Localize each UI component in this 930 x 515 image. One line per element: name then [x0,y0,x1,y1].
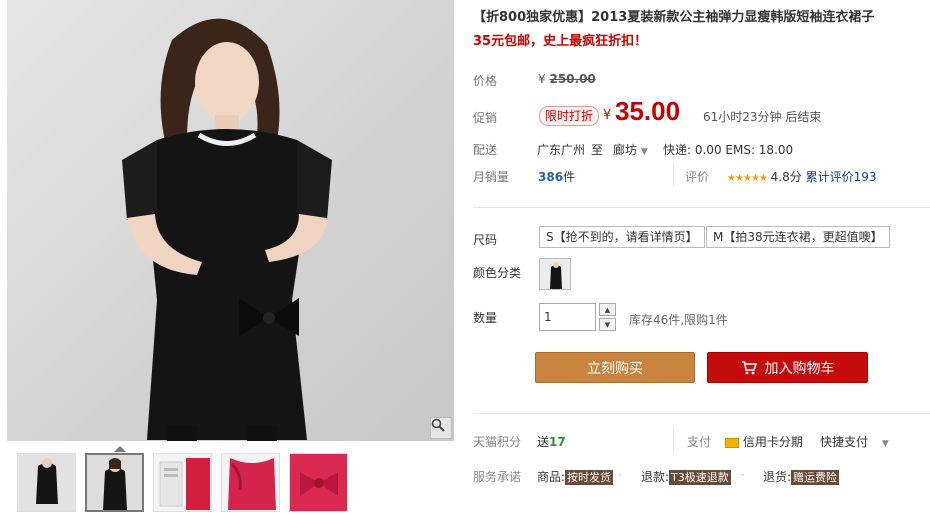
service-item-return: 退货: 赠运费险 [763,468,840,485]
credit-card-icon [725,437,739,448]
service-item-goods: 商品: 按时发货 [537,468,614,485]
service-item-name: 退款: [641,470,670,484]
product-model-illustration [122,18,332,441]
service-item-refund: 退款: T3极速退款 [641,468,731,485]
tmall-points: 送17 [537,433,566,450]
stat-divider [673,429,674,451]
chevron-down-icon: ▼ [604,320,611,329]
monthly-sales: 386件 [538,168,575,185]
add-to-cart-button[interactable]: 加入购物车 [707,352,868,383]
shipping-fees: 快递: 0.00 EMS: 18.00 [663,143,794,157]
add-to-cart-label: 加入购物车 [764,360,835,377]
tmall-points-label: 天猫积分 [473,435,522,449]
magnifier-icon [431,418,445,432]
monthly-sales-unit: 件 [563,170,576,184]
section-divider [473,413,930,414]
promo-badge: 限时打折 [539,106,600,126]
cart-icon [741,360,757,374]
size-option-s[interactable]: S【抢不到的，请看详情页】 [539,226,705,248]
credit-installment-label: 信用卡分期 [742,435,803,449]
quantity-decrease-button[interactable]: ▼ [599,318,616,331]
quantity-input[interactable] [539,303,596,331]
service-tag: T3极速退款 [669,470,731,485]
chevron-up-icon: ▲ [604,305,611,314]
rating-score: 4.8分 [770,170,802,184]
promo-countdown: 61小时23分钟 后结束 [703,110,822,124]
destination-value: 廊坊 [613,143,638,157]
service-item-name: 商品: [537,470,566,484]
service-promise-label: 服务承诺 [473,470,522,484]
thumbnail-1[interactable] [17,453,76,512]
thumbnail-4[interactable] [221,453,280,512]
promo-label: 促销 [473,111,498,125]
delivery-label: 配送 [473,143,498,157]
chevron-down-icon: ▼ [640,147,648,157]
destination-select[interactable]: 廊坊 ▼ [613,141,648,158]
original-price-value: 250.00 [549,72,596,86]
thumbnail-2[interactable] [85,453,144,512]
chevron-down-icon: ▼ [881,439,889,449]
promo-currency: ¥ [603,108,612,123]
thumbnail-5[interactable] [289,453,348,512]
stat-divider [673,164,674,186]
quantity-label: 数量 [473,311,498,325]
quantity-increase-button[interactable]: ▲ [599,303,616,316]
points-value: 17 [549,435,566,449]
ship-to-word: 至 [591,143,604,157]
main-product-photo [7,0,454,441]
thumbnail-active-indicator [114,446,126,452]
buy-now-label: 立刻购买 [587,360,643,377]
rating-label: 评价 [685,170,710,184]
star-rating-icon: ★★★★★ [727,173,768,184]
stock-info: 库存46件,限购1件 [629,313,728,327]
product-subtitle: 35元包邮，史上最疯狂折扣！ [473,34,648,49]
currency-symbol: ¥ [538,72,546,86]
size-option-m[interactable]: M【拍38元连衣裙，更超值噢】 [706,226,890,248]
monthly-sales-count: 386 [538,170,564,184]
rating-summary: ★★★★★ 4.8分 累计评价193 [727,168,876,185]
size-label: 尺码 [473,233,498,247]
thumbnail-strip [7,446,454,514]
price-label: 价格 [473,74,498,88]
quick-pay-option[interactable]: 快捷支付 ▼ [820,433,889,450]
thumbnail-3[interactable] [153,453,212,512]
credit-installment-option[interactable]: 信用卡分期 [725,433,803,450]
review-count-link[interactable]: 累计评价193 [806,170,877,184]
color-label: 颜色分类 [473,266,522,280]
service-tag: 赠运费险 [791,470,840,485]
buy-now-button[interactable]: 立刻购买 [535,352,695,383]
original-price: ¥ 250.00 [538,72,596,86]
quick-pay-label: 快捷支付 [820,435,869,449]
promo-price: 35.00 [615,96,681,126]
section-divider [473,207,930,208]
payment-label: 支付 [687,435,712,449]
dot-separator: · [741,468,745,482]
monthly-sales-label: 月销量 [473,170,510,184]
service-tag: 按时发货 [565,470,614,485]
ship-from: 广东广州 [537,143,586,157]
zoom-button[interactable] [430,417,452,439]
product-title: 【折800独家优惠】2013夏装新款公主袖弹力显瘦韩版短袖连衣裙子 [473,10,875,25]
service-item-name: 退货: [763,470,792,484]
color-option-black[interactable] [539,258,571,290]
points-prefix: 送 [537,435,550,449]
dot-separator: · [618,468,622,482]
